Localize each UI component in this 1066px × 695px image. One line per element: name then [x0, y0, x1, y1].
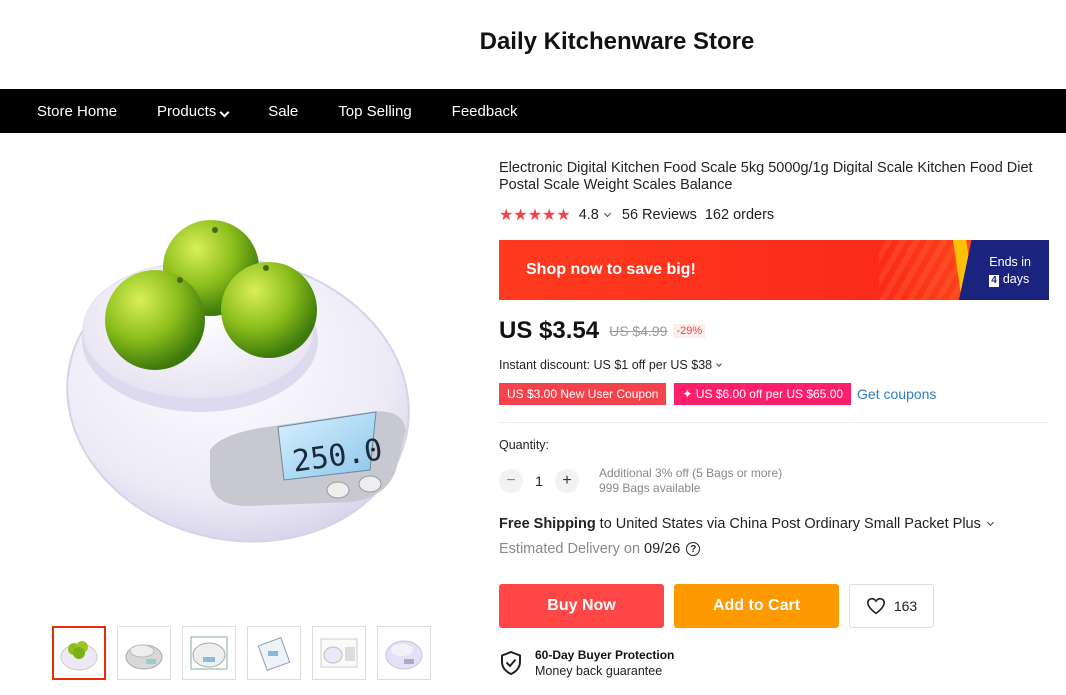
thumbnail-1[interactable]	[52, 626, 106, 680]
thumbnail-6[interactable]	[377, 626, 431, 680]
countdown-unit: days	[1002, 272, 1030, 286]
original-price: US $4.99	[609, 323, 668, 339]
shipping-info[interactable]: Free Shipping to United States via China…	[499, 516, 994, 532]
chevron-down-icon[interactable]	[603, 209, 611, 218]
chevron-down-icon	[986, 518, 994, 527]
chevron-down-icon	[716, 360, 722, 367]
countdown-number: 4	[989, 275, 999, 287]
rating-value[interactable]: 4.8	[579, 207, 599, 223]
delivery-label: Estimated Delivery on	[499, 541, 641, 557]
protection-subtitle: Money back guarantee	[535, 664, 663, 678]
rating-stars-icon: ★★★★★	[499, 207, 571, 224]
get-coupons-link[interactable]: Get coupons	[857, 386, 936, 402]
chevron-down-icon	[219, 107, 230, 117]
store-coupon-text: US $6.00 off per US $65.00	[695, 387, 844, 401]
store-navbar: Store Home Products Sale Top Selling Fee…	[0, 89, 1066, 133]
product-info: Electronic Digital Kitchen Food Scale 5k…	[499, 160, 1054, 225]
nav-products[interactable]: Products	[157, 102, 230, 120]
new-user-coupon[interactable]: US $3.00 New User Coupon	[499, 383, 667, 405]
thumbnail-image	[60, 641, 98, 671]
thumbnail-image	[385, 640, 423, 670]
discount-badge: -29%	[673, 324, 706, 338]
wishlist-button[interactable]: 163	[849, 584, 934, 628]
help-icon[interactable]: ?	[686, 542, 701, 556]
orders-count: 162 orders	[704, 207, 775, 223]
heart-icon	[866, 597, 885, 615]
product-title: Electronic Digital Kitchen Food Scale 5k…	[499, 160, 1033, 193]
thumbnail-image	[190, 636, 228, 670]
main-product-image[interactable]: 250.0	[20, 150, 460, 610]
buy-now-button[interactable]: Buy Now	[499, 584, 664, 628]
nav-store-home[interactable]: Store Home	[37, 103, 117, 120]
coupons-row: US $3.00 New User Coupon ✦ US $6.00 off …	[499, 383, 936, 405]
thumbnail-2[interactable]	[117, 626, 171, 680]
instant-discount[interactable]: Instant discount: US $1 off per US $38	[499, 358, 722, 372]
thumbnail-3[interactable]	[182, 626, 236, 680]
protection-title: 60-Day Buyer Protection	[535, 648, 675, 662]
nav-label: Feedback	[451, 102, 518, 120]
thumbnail-4[interactable]	[247, 626, 301, 680]
store-title: Daily Kitchenware Store	[479, 28, 755, 55]
free-shipping-label: Free Shipping	[499, 516, 596, 532]
shipping-method: to United States via China Post Ordinary…	[599, 516, 981, 532]
nav-label: Products	[157, 102, 217, 120]
price-row: US $3.54 US $4.99 -29%	[499, 317, 706, 345]
buyer-protection: 60-Day Buyer Protection Money back guara…	[499, 648, 674, 678]
product-gallery: 250.0	[20, 150, 460, 610]
estimated-delivery: Estimated Delivery on 09/26 ?	[499, 541, 701, 557]
thumbnail-strip	[52, 626, 431, 680]
nav-label: Top Selling	[338, 102, 412, 120]
countdown-label: Ends in	[989, 255, 1031, 269]
stock-available-text: 999 Bags available	[599, 481, 701, 495]
nav-label: Sale	[268, 102, 299, 120]
nav-top-selling[interactable]: Top Selling	[338, 103, 411, 120]
thumbnail-image	[320, 638, 358, 668]
quantity-stepper: − 1 + Additional 3% off (5 Bags or more)…	[499, 466, 782, 496]
nav-sale[interactable]: Sale	[268, 103, 298, 120]
current-price: US $3.54	[499, 317, 600, 344]
promo-countdown: Ends in 4 days	[989, 254, 1031, 288]
rating-row: ★★★★★ 4.8 56 Reviews 162 orders	[499, 205, 1054, 225]
quantity-increase-button[interactable]: +	[555, 469, 579, 493]
protection-text: 60-Day Buyer Protection Money back guara…	[535, 648, 674, 678]
promo-banner[interactable]: Shop now to save big! Ends in 4 days	[499, 240, 1049, 300]
thumbnail-5[interactable]	[312, 626, 366, 680]
quantity-note: Additional 3% off (5 Bags or more) 999 B…	[599, 466, 782, 496]
store-coupon[interactable]: ✦ US $6.00 off per US $65.00	[674, 383, 852, 405]
shield-check-icon	[501, 650, 521, 676]
thumbnail-image	[125, 644, 163, 670]
wishlist-count: 163	[893, 598, 918, 614]
thumbnail-image	[257, 637, 291, 671]
nav-label: Store Home	[37, 102, 118, 120]
delivery-date: 09/26	[644, 541, 681, 557]
nav-feedback[interactable]: Feedback	[452, 103, 518, 120]
quantity-value[interactable]: 1	[523, 473, 555, 489]
promo-text: Shop now to save big!	[526, 261, 696, 278]
divider	[499, 422, 1049, 423]
add-to-cart-button[interactable]: Add to Cart	[674, 584, 839, 628]
reviews-link[interactable]: 56 Reviews	[622, 207, 697, 223]
instant-discount-text: Instant discount: US $1 off per US $38	[499, 358, 713, 372]
bulk-discount-text: Additional 3% off (5 Bags or more)	[599, 466, 783, 480]
quantity-decrease-button[interactable]: −	[499, 469, 523, 493]
quantity-label: Quantity:	[499, 438, 550, 452]
sparkle-icon: ✦	[682, 387, 693, 401]
